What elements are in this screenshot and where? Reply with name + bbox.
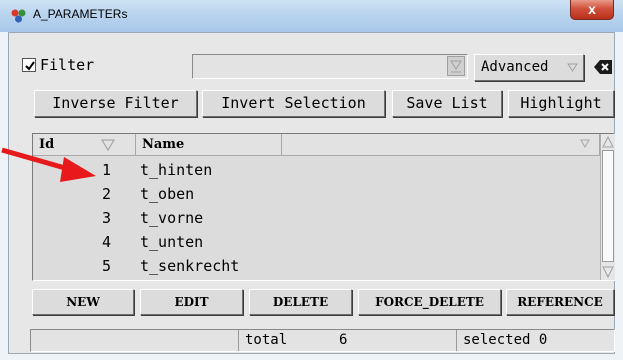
invert-selection-button[interactable]: Invert Selection <box>202 90 385 117</box>
app-icon <box>10 8 28 24</box>
row-name: t_oben <box>140 185 195 203</box>
parameters-table[interactable]: Id Name 1 t_hinten 2 t_oben 3 t_vorne 4 <box>32 133 615 281</box>
status-total-label: total <box>245 332 288 348</box>
filter-combo[interactable] <box>192 54 468 79</box>
table-row[interactable]: 5 t_senkrecht <box>33 254 600 278</box>
new-button[interactable]: NEW <box>32 289 134 315</box>
status-bar: total 6 selected 0 <box>30 329 615 352</box>
vertical-scrollbar[interactable] <box>600 134 615 280</box>
row-name: t_hinten <box>140 161 213 179</box>
scroll-down-icon[interactable] <box>602 266 614 278</box>
table-row[interactable]: 1 t_hinten <box>33 158 600 182</box>
table-row[interactable]: 4 t_unten <box>33 230 600 254</box>
table-row[interactable]: 3 t_vorne <box>33 206 600 230</box>
scrollbar-thumb[interactable] <box>602 150 614 262</box>
row-name: t_vorne <box>140 209 204 227</box>
close-button[interactable]: x <box>570 0 614 20</box>
sort-arrow-icon <box>101 139 115 151</box>
scroll-up-icon[interactable] <box>602 136 614 148</box>
filter-checkbox[interactable] <box>22 58 36 72</box>
advanced-button[interactable]: Advanced <box>474 54 584 81</box>
row-id: 3 <box>101 209 111 227</box>
close-icon: x <box>588 1 596 17</box>
status-selected-value: 0 <box>538 332 548 348</box>
inverse-filter-button[interactable]: Inverse Filter <box>34 90 197 117</box>
delete-button[interactable]: DELETE <box>249 289 352 315</box>
force-delete-button[interactable]: FORCE_DELETE <box>358 289 501 315</box>
row-name: t_unten <box>140 233 204 251</box>
edit-button[interactable]: EDIT <box>140 289 243 315</box>
row-id: 5 <box>101 257 111 275</box>
highlight-button[interactable]: Highlight <box>508 90 614 117</box>
clear-icon <box>594 60 612 74</box>
table-row[interactable]: 2 t_oben <box>33 182 600 206</box>
row-name: t_senkrecht <box>140 257 240 275</box>
status-segment-empty <box>31 330 239 351</box>
title-bar[interactable]: A_PARAMETERs x <box>0 0 623 32</box>
sort-arrow-icon <box>580 139 590 148</box>
column-header-name[interactable]: Name <box>136 134 282 156</box>
status-total-value: 6 <box>339 332 348 348</box>
status-selected: selected 0 <box>457 330 614 351</box>
chevron-down-icon <box>567 63 578 72</box>
status-total: total 6 <box>239 330 457 351</box>
row-id: 4 <box>101 233 111 251</box>
filter-label: Filter <box>40 56 95 74</box>
annotation-arrow <box>1 147 96 182</box>
advanced-label: Advanced <box>481 59 549 75</box>
reference-button[interactable]: REFERENCE <box>506 289 614 315</box>
window-title: A_PARAMETERs <box>33 7 128 21</box>
checkbox-check-icon <box>25 61 35 71</box>
column-header-name-label: Name <box>142 137 185 152</box>
status-selected-label: selected <box>463 332 531 348</box>
clear-filter-button[interactable] <box>592 56 614 78</box>
save-list-button[interactable]: Save List <box>392 90 502 117</box>
column-header-filler <box>282 134 600 156</box>
dropdown-arrow-icon[interactable] <box>447 56 465 76</box>
